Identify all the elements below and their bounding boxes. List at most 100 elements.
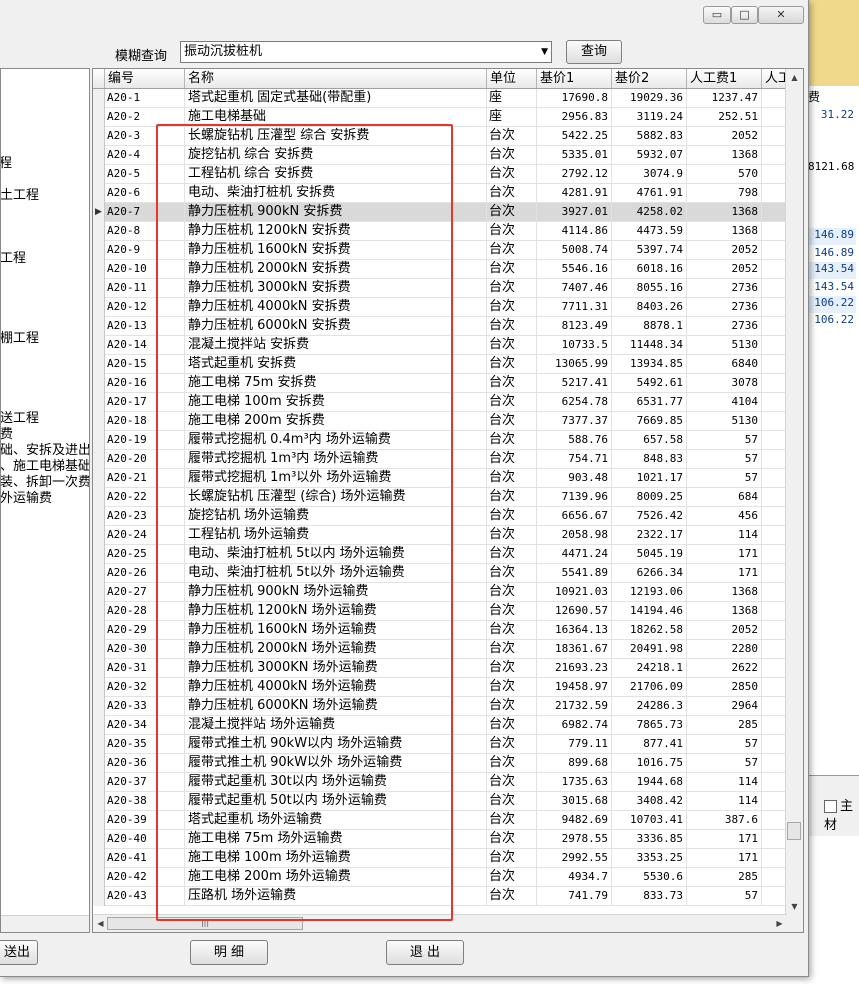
exit-button[interactable]: 退 出	[386, 940, 464, 965]
send-out-button[interactable]: 送出	[0, 940, 38, 965]
table-row[interactable]: A20-2 施工电梯基础座 2956.83 3119.24 252.51	[93, 108, 787, 127]
cell-name: 施工电梯基础	[185, 108, 487, 127]
table-row[interactable]: A20-5 工程钻机 综合 安拆费 台次 2792.12 3074.9 570	[93, 165, 787, 184]
category-tree[interactable]: 程 土工程 工程 棚工程 送工程 费 础、安拆及进出 、施工电梯基础 装、拆卸一…	[0, 68, 90, 933]
tree-item[interactable]: 土工程	[1, 184, 39, 203]
table-row[interactable]: A20-38 履带式起重机 50t以内 场外运输费 台次 3015.68 3408.42…	[93, 792, 787, 811]
table-row[interactable]: A20-21 履带式挖掘机 1m³以外 场外运输费 台次 903.48 1021.17 5…	[93, 469, 787, 488]
table-row[interactable]: A20-17 施工电梯 100m 安拆费 台次 6254.78 6531.77 4104	[93, 393, 787, 412]
tree-horizontal-scrollbar[interactable]	[1, 915, 89, 932]
maximize-button[interactable]: □	[731, 6, 758, 24]
query-button[interactable]: 查询	[566, 40, 622, 64]
tree-item[interactable]: 外运输费	[1, 487, 52, 506]
scroll-down-icon[interactable]: ▼	[786, 898, 803, 915]
table-row[interactable]: A20-4 旋挖钻机 综合 安拆费 台次 5335.01 5932.07 1368	[93, 146, 787, 165]
checkbox-icon[interactable]	[824, 800, 837, 813]
background-grid: 费 31.22 8121.68 146.89 146.89 143.54 143…	[808, 88, 859, 328]
table-row[interactable]: A20-41 施工电梯 100m 场外运输费 台次 2992.55 3353.25 171	[93, 849, 787, 868]
table-row[interactable]: A20-9 静力压桩机 1600kN 安拆费 台次 5008.74 5397.74 205…	[93, 241, 787, 260]
table-row[interactable]: A20-28 静力压桩机 1200kN 场外运输费 台次 12690.57 14194.…	[93, 602, 787, 621]
cell-labor-cost-2	[762, 146, 787, 165]
header-unit[interactable]: 单位	[487, 69, 537, 88]
scroll-left-icon[interactable]: ◀	[93, 915, 108, 932]
table-row[interactable]: A20-33 静力压桩机 6000KN 场外运输费 台次 21732.59 24286.…	[93, 697, 787, 716]
table-row[interactable]: A20-12 静力压桩机 4000kN 安拆费 台次 7711.31 8403.26 27…	[93, 298, 787, 317]
background-value: 31.22	[820, 108, 854, 121]
fuzzy-search-combobox[interactable]: 振动沉拔桩机 ▼	[180, 41, 552, 63]
cell-unit: 台次	[487, 431, 537, 450]
table-row[interactable]: A20-24 工程钻机 场外运输费 台次 2058.98 2322.17 114	[93, 526, 787, 545]
table-row[interactable]: A20-22 长螺旋钻机 压灌型 (综合) 场外运输费 台次 7139.96 8009.…	[93, 488, 787, 507]
header-name[interactable]: 名称	[185, 69, 487, 88]
table-row[interactable]: A20-34 混凝土搅拌站 场外运输费 台次 6982.74 7865.73 285	[93, 716, 787, 735]
table-row[interactable]: A20-42 施工电梯 200m 场外运输费 台次 4934.7 5530.6 285	[93, 868, 787, 887]
cell-labor-cost-2	[762, 298, 787, 317]
table-row[interactable]: A20-10 静力压桩机 2000kN 安拆费 台次 5546.16 6018.16 20…	[93, 260, 787, 279]
table-row[interactable]: ▶ A20-7 静力压桩机 900kN 安拆费 台次 3927.01 4258.02 136…	[93, 203, 787, 222]
chevron-down-icon[interactable]: ▼	[541, 42, 548, 62]
tree-item[interactable]: 工程	[1, 247, 26, 266]
minimize-button[interactable]: ▭	[703, 6, 731, 24]
table-row[interactable]: A20-6 电动、柴油打桩机 安拆费 台次 4281.91 4761.91 798	[93, 184, 787, 203]
horizontal-scroll-thumb[interactable]: |||	[107, 917, 303, 930]
cell-name: 静力压桩机 6000KN 场外运输费	[185, 697, 487, 716]
tree-item[interactable]: 棚工程	[1, 327, 39, 346]
cell-name: 静力压桩机 1200kN 场外运输费	[185, 602, 487, 621]
table-row[interactable]: A20-40 施工电梯 75m 场外运输费 台次 2978.55 3336.85 171	[93, 830, 787, 849]
table-row[interactable]: A20-35 履带式推土机 90kW以内 场外运输费 台次 779.11 877.41 5…	[93, 735, 787, 754]
table-row[interactable]: A20-15 塔式起重机 安拆费 台次 13065.99 13934.85 6840	[93, 355, 787, 374]
table-row[interactable]: A20-3 长螺旋钻机 压灌型 综合 安拆费 台次 5422.25 5882.83 205…	[93, 127, 787, 146]
table-row[interactable]: A20-25 电动、柴油打桩机 5t以内 场外运输费 台次 4471.24 5045.1…	[93, 545, 787, 564]
table-row[interactable]: A20-36 履带式推土机 90kW以外 场外运输费 台次 899.68 1016.75…	[93, 754, 787, 773]
table-row[interactable]: A20-39 塔式起重机 场外运输费 台次 9482.69 10703.41 387.6	[93, 811, 787, 830]
cell-unit: 台次	[487, 735, 537, 754]
table-row[interactable]: A20-19 履带式挖掘机 0.4m³内 场外运输费 台次 588.76 657.58 5…	[93, 431, 787, 450]
vertical-scrollbar[interactable]: ▲ ▼	[785, 69, 803, 915]
table-row[interactable]: A20-18 施工电梯 200m 安拆费 台次 7377.37 7669.85 5130	[93, 412, 787, 431]
cell-name: 静力压桩机 1600kN 场外运输费	[185, 621, 487, 640]
cell-base-price-1: 5422.25	[537, 127, 612, 146]
table-row[interactable]: A20-11 静力压桩机 3000kN 安拆费 台次 7407.46 8055.16 27…	[93, 279, 787, 298]
table-row[interactable]: A20-14 混凝土搅拌站 安拆费 台次 10733.5 11448.34 5130	[93, 336, 787, 355]
table-row[interactable]: A20-27 静力压桩机 900kN 场外运输费 台次 10921.03 12193.0…	[93, 583, 787, 602]
cell-unit: 台次	[487, 317, 537, 336]
cell-base-price-1: 10921.03	[537, 583, 612, 602]
scroll-up-icon[interactable]: ▲	[786, 69, 803, 86]
table-row[interactable]: A20-32 静力压桩机 4000kN 场外运输费 台次 19458.97 21706.…	[93, 678, 787, 697]
close-button[interactable]: ✕	[758, 6, 804, 24]
cell-base-price-2: 20491.98	[612, 640, 687, 659]
table-row[interactable]: A20-1 塔式起重机 固定式基础(带配重) 座 17690.8 19029.36 123…	[93, 89, 787, 108]
table-row[interactable]: A20-43 压路机 场外运输费 台次 741.79 833.73 57	[93, 887, 787, 906]
cell-labor-cost-2	[762, 279, 787, 298]
table-row[interactable]: A20-29 静力压桩机 1600kN 场外运输费 台次 16364.13 18262.…	[93, 621, 787, 640]
cell-base-price-1: 779.11	[537, 735, 612, 754]
table-row[interactable]: A20-37 履带式起重机 30t以内 场外运输费 台次 1735.63 1944.68…	[93, 773, 787, 792]
cell-base-price-1: 2956.83	[537, 108, 612, 127]
cell-unit: 台次	[487, 127, 537, 146]
header-labor-cost-1[interactable]: 人工费1	[687, 69, 762, 88]
cell-base-price-1: 5217.41	[537, 374, 612, 393]
table-row[interactable]: A20-8 静力压桩机 1200kN 安拆费 台次 4114.86 4473.59 136…	[93, 222, 787, 241]
detail-button[interactable]: 明 细	[190, 940, 268, 965]
table-row[interactable]: A20-16 施工电梯 75m 安拆费 台次 5217.41 5492.61 3078	[93, 374, 787, 393]
table-row[interactable]: A20-26 电动、柴油打桩机 5t以外 场外运输费 台次 5541.89 6266.3…	[93, 564, 787, 583]
table-row[interactable]: A20-20 履带式挖掘机 1m³内 场外运输费 台次 754.71 848.83 57	[93, 450, 787, 469]
cell-name: 静力压桩机 4000kN 安拆费	[185, 298, 487, 317]
table-row[interactable]: A20-13 静力压桩机 6000kN 安拆费 台次 8123.49 8878.1 273…	[93, 317, 787, 336]
background-main-material-checkbox[interactable]: 主材	[824, 795, 859, 833]
header-code[interactable]: 编号	[105, 69, 185, 88]
vertical-scroll-thumb[interactable]	[787, 822, 801, 840]
header-labor-cost-2[interactable]: 人工	[762, 69, 787, 88]
scroll-right-icon[interactable]: ▶	[772, 915, 787, 932]
horizontal-scrollbar[interactable]: ◀ ||| ▶	[93, 914, 787, 932]
cell-labor-cost-2	[762, 754, 787, 773]
table-row[interactable]: A20-31 静力压桩机 3000KN 场外运输费 台次 21693.23 24218.…	[93, 659, 787, 678]
cell-labor-cost-2	[762, 602, 787, 621]
tree-item[interactable]: 程	[1, 152, 12, 171]
cell-base-price-1: 2792.12	[537, 165, 612, 184]
table-row[interactable]: A20-23 旋挖钻机 场外运输费 台次 6656.67 7526.42 456	[93, 507, 787, 526]
header-base-price-1[interactable]: 基价1	[537, 69, 612, 88]
row-indicator	[93, 678, 105, 697]
table-row[interactable]: A20-30 静力压桩机 2000kN 场外运输费 台次 18361.67 20491.…	[93, 640, 787, 659]
header-base-price-2[interactable]: 基价2	[612, 69, 687, 88]
